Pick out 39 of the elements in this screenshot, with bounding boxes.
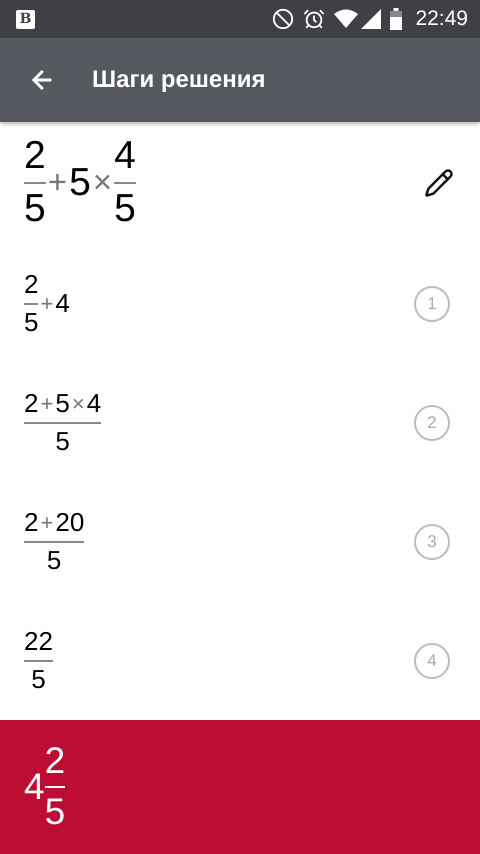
do-not-disturb-icon	[272, 8, 294, 30]
math-operator: +	[40, 390, 54, 416]
clock-time: 22:49	[415, 7, 468, 31]
math-number: 5	[114, 187, 136, 232]
math-operator: +	[40, 290, 54, 316]
edit-button[interactable]	[424, 168, 454, 198]
math-operator: ×	[72, 390, 85, 416]
math-number: 2	[24, 270, 38, 300]
math-operator: ×	[92, 164, 112, 202]
math-number: 2	[24, 388, 38, 418]
math-operator: +	[40, 510, 54, 536]
notification-icon: B	[16, 10, 35, 28]
math-number: 5	[55, 388, 70, 418]
wifi-icon	[334, 9, 358, 29]
math-number: 5	[46, 546, 62, 576]
math-number: 5	[24, 308, 38, 338]
math-operator: +	[48, 164, 68, 202]
step-number: 2	[414, 404, 450, 440]
math-number: 4	[24, 766, 45, 808]
math-number: 22	[24, 626, 53, 656]
math-number: 20	[55, 508, 84, 538]
battery-icon	[390, 8, 402, 30]
step-number: 3	[414, 524, 450, 560]
math-number: 5	[31, 664, 46, 694]
screen-title: Шаги решения	[92, 66, 266, 94]
math-number: 5	[24, 187, 46, 232]
math-number: 5	[69, 160, 91, 206]
math-number: 4	[55, 288, 70, 318]
math-number: 2	[24, 134, 46, 179]
math-number: 5	[55, 426, 70, 456]
math-number: 5	[44, 791, 66, 834]
math-number: 2	[24, 508, 38, 538]
signal-icon	[361, 9, 382, 29]
step-number: 1	[414, 286, 450, 322]
math-number: 4	[114, 134, 136, 179]
math-number: 4	[86, 388, 102, 418]
math-number: 2	[44, 740, 66, 783]
alarm-icon	[303, 8, 326, 30]
step-number: 4	[414, 642, 450, 678]
